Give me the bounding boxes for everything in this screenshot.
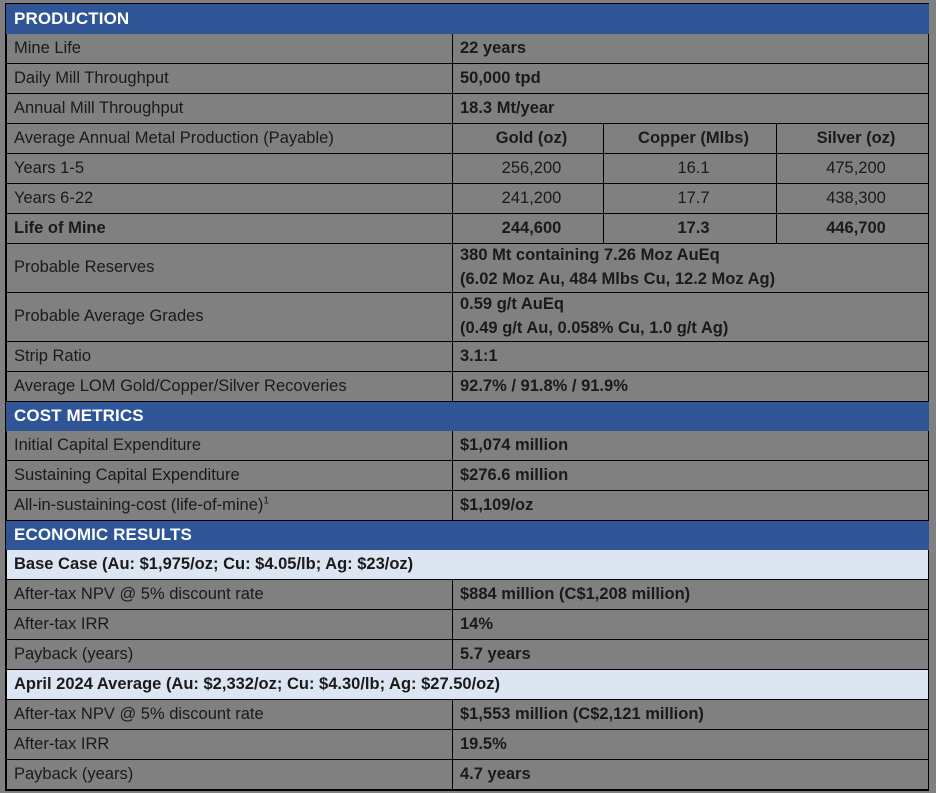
label-lom-recoveries: Average LOM Gold/Copper/Silver Recoverie… xyxy=(6,370,453,402)
value-years-1-5-silver: 475,200 xyxy=(775,153,930,184)
row-initial-capex: Initial Capital Expenditure $1,074 milli… xyxy=(6,429,930,461)
label-years-1-5: Years 1-5 xyxy=(6,153,453,184)
row-daily-mill-throughput: Daily Mill Throughput 50,000 tpd xyxy=(6,63,930,94)
label-annual-mill-throughput: Annual Mill Throughput xyxy=(6,93,453,124)
row-april-2024-irr: After-tax IRR 19.5% xyxy=(6,728,930,760)
label-strip-ratio: Strip Ratio xyxy=(6,340,453,372)
row-april-2024-npv: After-tax NPV @ 5% discount rate $1,553 … xyxy=(6,698,930,730)
label-average-annual-metal-production: Average Annual Metal Production (Payable… xyxy=(6,123,453,154)
sub-header-april-2024-label: April 2024 Average (Au: $2,332/oz; Cu: $… xyxy=(5,668,930,700)
section-header-cost-metrics-label: COST METRICS xyxy=(5,400,930,431)
label-base-case-npv: After-tax NPV @ 5% discount rate xyxy=(6,578,453,610)
value-strip-ratio: 3.1:1 xyxy=(451,340,930,372)
column-header-silver: Silver (oz) xyxy=(775,123,930,154)
column-header-gold: Gold (oz) xyxy=(452,123,604,154)
value-years-1-5-gold: 256,200 xyxy=(452,153,604,184)
value-life-of-mine-gold: 244,600 xyxy=(452,213,604,244)
label-april-2024-npv: After-tax NPV @ 5% discount rate xyxy=(6,698,453,730)
section-header-production: PRODUCTION xyxy=(5,4,930,34)
row-probable-average-grades: Probable Average Grades 0.59 g/t AuEq (0… xyxy=(6,291,930,342)
value-april-2024-npv: $1,553 million (C$2,121 million) xyxy=(451,698,930,730)
value-probable-reserves-line2: (6.02 Moz Au, 484 Mlbs Cu, 12.2 Moz Ag) xyxy=(460,269,776,288)
label-mine-life: Mine Life xyxy=(6,33,453,64)
section-header-economic-results-label: ECONOMIC RESULTS xyxy=(5,519,930,550)
section-header-cost-metrics: COST METRICS xyxy=(5,400,930,431)
value-base-case-irr: 14% xyxy=(451,608,930,640)
label-daily-mill-throughput: Daily Mill Throughput xyxy=(6,63,453,94)
value-probable-grades-line2: (0.49 g/t Au, 0.058% Cu, 1.0 g/t Ag) xyxy=(460,318,729,337)
row-sustaining-capex: Sustaining Capital Expenditure $276.6 mi… xyxy=(6,459,930,491)
value-aisc: $1,109/oz xyxy=(451,489,930,521)
sub-header-base-case: Base Case (Au: $1,975/oz; Cu: $4.05/lb; … xyxy=(5,548,930,580)
label-april-2024-payback: Payback (years) xyxy=(6,758,453,790)
value-initial-capex: $1,074 million xyxy=(451,429,930,461)
value-years-6-22-silver: 438,300 xyxy=(775,183,930,214)
row-strip-ratio: Strip Ratio 3.1:1 xyxy=(6,340,930,372)
value-mine-life: 22 years xyxy=(451,33,930,64)
row-april-2024-payback: Payback (years) 4.7 years xyxy=(6,758,930,790)
label-base-case-irr: After-tax IRR xyxy=(6,608,453,640)
label-sustaining-capex: Sustaining Capital Expenditure xyxy=(6,459,453,491)
row-annual-mill-throughput: Annual Mill Throughput 18.3 Mt/year xyxy=(6,93,930,124)
row-base-case-npv: After-tax NPV @ 5% discount rate $884 mi… xyxy=(6,578,930,610)
value-years-6-22-copper: 17.7 xyxy=(603,183,777,214)
footnote-marker-aisc: 1 xyxy=(263,495,269,507)
label-aisc-text: All-in-sustaining-cost (life-of-mine) xyxy=(14,495,264,514)
value-lom-recoveries: 92.7% / 91.8% / 91.9% xyxy=(451,370,930,402)
row-aisc: All-in-sustaining-cost (life-of-mine)1 $… xyxy=(6,489,930,521)
row-probable-reserves: Probable Reserves 380 Mt containing 7.26… xyxy=(6,243,930,293)
sub-header-base-case-label: Base Case (Au: $1,975/oz; Cu: $4.05/lb; … xyxy=(5,548,930,580)
row-metal-production-header: Average Annual Metal Production (Payable… xyxy=(6,123,930,154)
value-probable-reserves-line1: 380 Mt containing 7.26 Moz AuEq xyxy=(460,246,720,264)
table-row: Life of Mine 244,600 17.3 446,700 xyxy=(6,213,930,244)
value-probable-grades-line1: 0.59 g/t AuEq xyxy=(460,294,564,313)
column-header-copper: Copper (Mlbs) xyxy=(603,123,777,154)
row-mine-life: Mine Life 22 years xyxy=(6,33,930,64)
value-sustaining-capex: $276.6 million xyxy=(451,459,930,491)
label-probable-reserves: Probable Reserves xyxy=(6,243,453,293)
sub-header-april-2024: April 2024 Average (Au: $2,332/oz; Cu: $… xyxy=(5,668,930,700)
table-row: Years 6-22 241,200 17.7 438,300 xyxy=(6,183,930,214)
value-annual-mill-throughput: 18.3 Mt/year xyxy=(451,93,930,124)
value-april-2024-payback: 4.7 years xyxy=(451,758,930,790)
section-header-production-label: PRODUCTION xyxy=(5,4,930,34)
feasibility-summary-table: PRODUCTION Mine Life 22 years Daily Mill… xyxy=(5,3,930,791)
value-life-of-mine-copper: 17.3 xyxy=(603,213,777,244)
value-april-2024-irr: 19.5% xyxy=(451,728,930,760)
value-years-6-22-gold: 241,200 xyxy=(452,183,604,214)
value-years-1-5-copper: 16.1 xyxy=(603,153,777,184)
label-initial-capex: Initial Capital Expenditure xyxy=(6,429,453,461)
value-life-of-mine-silver: 446,700 xyxy=(775,213,930,244)
label-years-6-22: Years 6-22 xyxy=(6,183,453,214)
label-base-case-payback: Payback (years) xyxy=(6,638,453,670)
row-recoveries: Average LOM Gold/Copper/Silver Recoverie… xyxy=(6,370,930,402)
section-header-economic-results: ECONOMIC RESULTS xyxy=(5,519,930,550)
label-probable-average-grades: Probable Average Grades xyxy=(6,291,453,342)
value-daily-mill-throughput: 50,000 tpd xyxy=(451,63,930,94)
summary-table: PRODUCTION Mine Life 22 years Daily Mill… xyxy=(5,4,930,790)
value-probable-average-grades: 0.59 g/t AuEq (0.49 g/t Au, 0.058% Cu, 1… xyxy=(451,291,930,342)
row-base-case-payback: Payback (years) 5.7 years xyxy=(6,638,930,670)
value-base-case-npv: $884 million (C$1,208 million) xyxy=(451,578,930,610)
table-row: Years 1-5 256,200 16.1 475,200 xyxy=(6,153,930,184)
value-probable-reserves: 380 Mt containing 7.26 Moz AuEq (6.02 Mo… xyxy=(451,243,930,293)
row-base-case-irr: After-tax IRR 14% xyxy=(6,608,930,640)
label-april-2024-irr: After-tax IRR xyxy=(6,728,453,760)
value-base-case-payback: 5.7 years xyxy=(451,638,930,670)
label-life-of-mine: Life of Mine xyxy=(6,213,453,244)
label-aisc: All-in-sustaining-cost (life-of-mine)1 xyxy=(6,489,453,521)
